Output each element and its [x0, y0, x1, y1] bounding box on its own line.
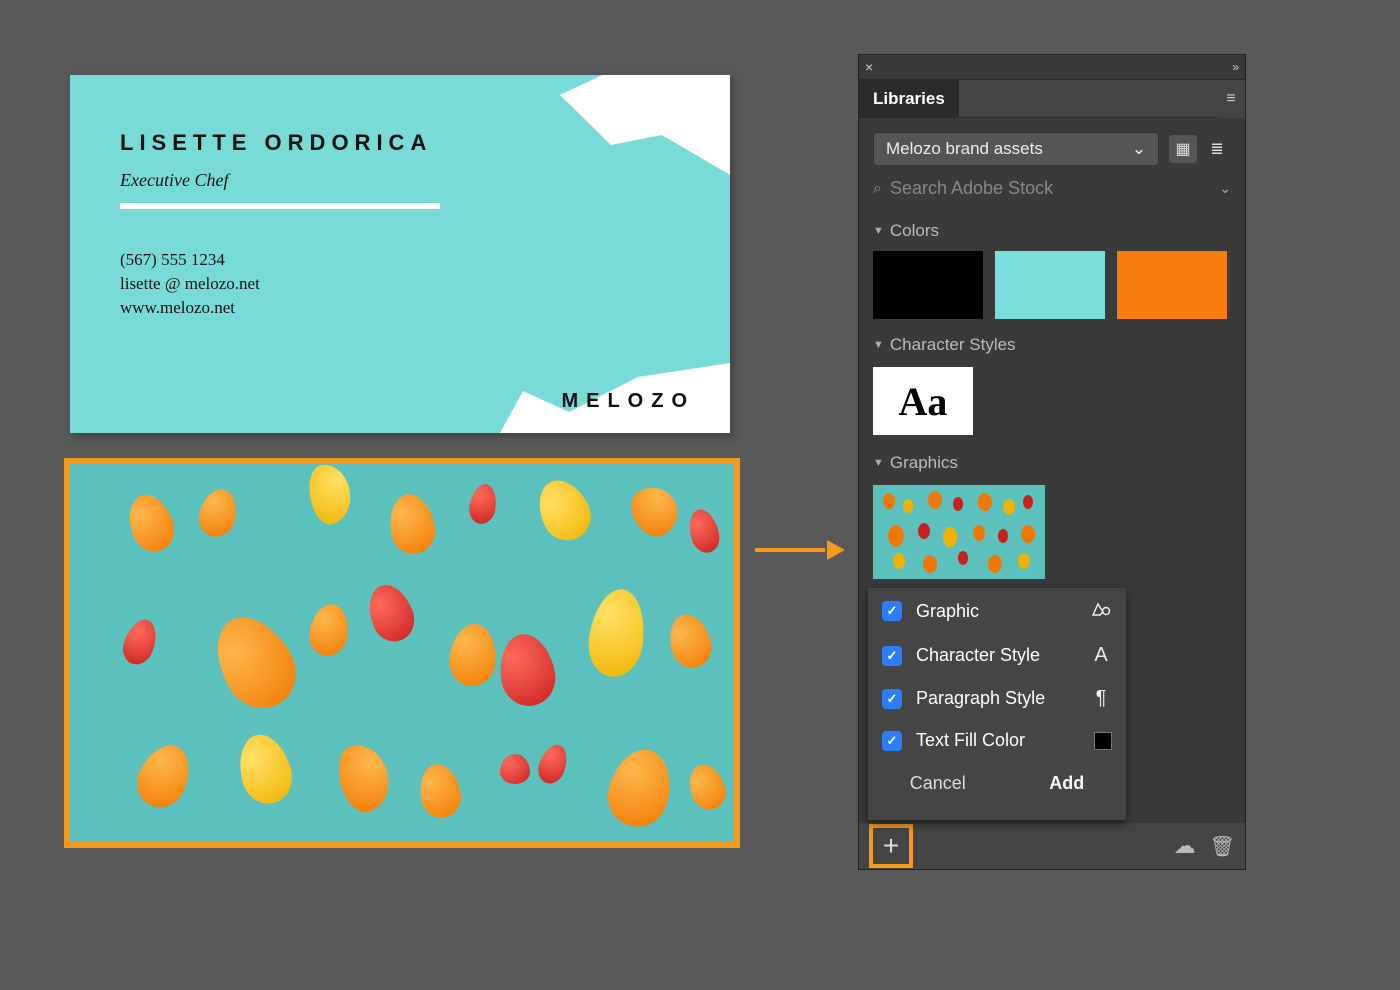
card-brand-logo: MELOZO: [561, 390, 695, 413]
add-button[interactable]: Add: [1049, 773, 1084, 794]
popup-label: Text Fill Color: [916, 730, 1025, 751]
card-divider: [120, 203, 440, 209]
peppers-image: [70, 464, 734, 842]
callout-arrow: [755, 540, 845, 560]
card-name: LISETTE ORDORICA: [120, 130, 432, 156]
card-job-title: Executive Chef: [120, 170, 228, 191]
card-email: lisette @ melozo.net: [120, 274, 260, 294]
panel-tabs: Libraries ≡: [859, 80, 1245, 118]
popup-actions: Cancel Add: [868, 761, 1126, 804]
section-graphics[interactable]: ▼ Graphics: [859, 441, 1245, 479]
popup-option-paragraph-style[interactable]: ✓ Paragraph Style ¶: [868, 677, 1126, 720]
section-colors[interactable]: ▼ Colors: [859, 209, 1245, 247]
tab-bar-spacer: [959, 80, 1217, 118]
collapse-panel-icon[interactable]: »: [1232, 60, 1239, 74]
graphic-type-icon: [1090, 598, 1112, 624]
card-tear-shape: [560, 75, 730, 175]
fill-color-swatch-icon: [1094, 732, 1112, 750]
graphic-thumbnail[interactable]: [873, 485, 1045, 579]
close-icon[interactable]: ×: [865, 59, 873, 75]
library-dropdown[interactable]: Melozo brand assets ⌄: [873, 132, 1159, 166]
popup-label: Paragraph Style: [916, 688, 1045, 709]
creative-cloud-icon[interactable]: ☁: [1174, 833, 1196, 859]
list-view-button[interactable]: ≣: [1203, 135, 1231, 163]
view-toggle: ▦ ≣: [1169, 135, 1231, 163]
popup-label: Character Style: [916, 645, 1040, 666]
popup-option-character-style[interactable]: ✓ Character Style A: [868, 634, 1126, 677]
section-label: Character Styles: [890, 335, 1016, 355]
add-content-button[interactable]: +: [869, 824, 913, 868]
popup-label: Graphic: [916, 601, 979, 622]
checkbox-checked-icon[interactable]: ✓: [882, 601, 902, 621]
trash-icon[interactable]: 🗑: [1210, 834, 1235, 859]
search-placeholder: Search Adobe Stock: [890, 178, 1053, 199]
disclosure-triangle-icon: ▼: [873, 339, 884, 351]
chevron-down-icon[interactable]: ⌄: [1219, 180, 1231, 197]
checkbox-checked-icon[interactable]: ✓: [882, 731, 902, 751]
grid-view-button[interactable]: ▦: [1169, 135, 1197, 163]
checkbox-checked-icon[interactable]: ✓: [882, 646, 902, 666]
pilcrow-icon: ¶: [1090, 687, 1112, 710]
search-adobe-stock[interactable]: ⌕ Search Adobe Stock ⌄: [873, 178, 1231, 199]
panel-footer: + ☁ 🗑: [859, 823, 1245, 869]
section-label: Graphics: [890, 453, 958, 473]
selected-graphic-frame[interactable]: [64, 458, 740, 848]
card-phone: (567) 555 1234: [120, 250, 225, 270]
character-style-icon: A: [1090, 644, 1112, 667]
business-card-artboard: LISETTE ORDORICA Executive Chef (567) 55…: [70, 75, 730, 433]
popup-option-text-fill[interactable]: ✓ Text Fill Color: [868, 720, 1126, 761]
checkbox-checked-icon[interactable]: ✓: [882, 689, 902, 709]
add-content-popup: ✓ Graphic ✓ Character Style A ✓ Paragrap…: [868, 588, 1126, 820]
panel-menu-icon[interactable]: ≡: [1217, 80, 1245, 118]
card-website: www.melozo.net: [120, 298, 235, 318]
panel-topbar: × »: [859, 55, 1245, 80]
color-swatches: [859, 247, 1245, 323]
section-label: Colors: [890, 221, 939, 241]
color-swatch-black[interactable]: [873, 251, 983, 319]
search-icon: ⌕: [873, 180, 882, 198]
library-name: Melozo brand assets: [886, 139, 1043, 159]
popup-option-graphic[interactable]: ✓ Graphic: [868, 588, 1126, 634]
tab-libraries[interactable]: Libraries: [859, 80, 959, 118]
cancel-button[interactable]: Cancel: [910, 773, 966, 794]
section-character-styles[interactable]: ▼ Character Styles: [859, 323, 1245, 361]
chevron-down-icon: ⌄: [1132, 139, 1146, 159]
color-swatch-teal[interactable]: [995, 251, 1105, 319]
disclosure-triangle-icon: ▼: [873, 457, 884, 469]
disclosure-triangle-icon: ▼: [873, 225, 884, 237]
character-style-item[interactable]: Aa: [873, 367, 973, 435]
color-swatch-orange[interactable]: [1117, 251, 1227, 319]
